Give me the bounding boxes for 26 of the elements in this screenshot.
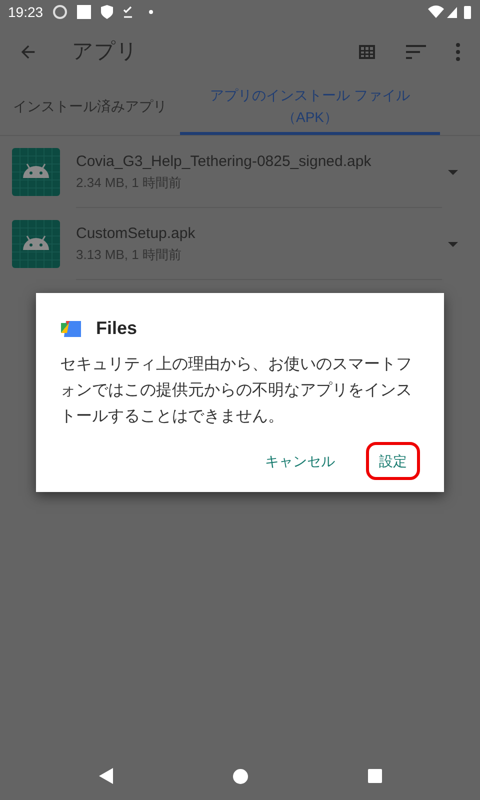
sort-icon[interactable] xyxy=(406,45,426,59)
dialog-button[interactable]: キャンセル xyxy=(252,442,348,480)
back-nav-icon[interactable] xyxy=(98,768,112,784)
square-icon xyxy=(77,5,92,19)
dialog-title: Files xyxy=(96,317,138,340)
check-icon xyxy=(123,6,134,18)
dialog-message: セキュリティ上の理由から、お使いのスマートフォンではこの提供元からの不明なアプリをインストールすることはできません。 xyxy=(60,354,413,427)
android-app-icon xyxy=(12,220,60,268)
dropdown-icon[interactable] xyxy=(448,170,458,174)
android-app-icon xyxy=(12,148,60,196)
tab[interactable]: インストール済みアプリ xyxy=(0,80,180,135)
shield-icon xyxy=(101,5,114,19)
toolbar-title: アプリ xyxy=(72,39,138,66)
file-name[interactable]: Covia_G3_Help_Tethering-0825_signed.apk xyxy=(76,150,442,173)
dialog-button[interactable]: 設定 xyxy=(366,442,420,480)
recents-nav-icon[interactable] xyxy=(368,769,382,783)
more-options-icon[interactable] xyxy=(456,43,460,61)
grid-view-icon[interactable] xyxy=(358,43,376,61)
status-time: 19:23 xyxy=(8,2,44,22)
file-name[interactable]: CustomSetup.apk xyxy=(76,222,442,245)
home-nav-icon[interactable] xyxy=(232,768,248,784)
tab[interactable]: アプリのインストール ファイル（APK） xyxy=(180,80,440,135)
dropdown-icon[interactable] xyxy=(448,242,458,246)
dot-icon xyxy=(149,10,154,14)
system-status-icons xyxy=(428,5,472,19)
files-app-icon xyxy=(60,320,82,338)
